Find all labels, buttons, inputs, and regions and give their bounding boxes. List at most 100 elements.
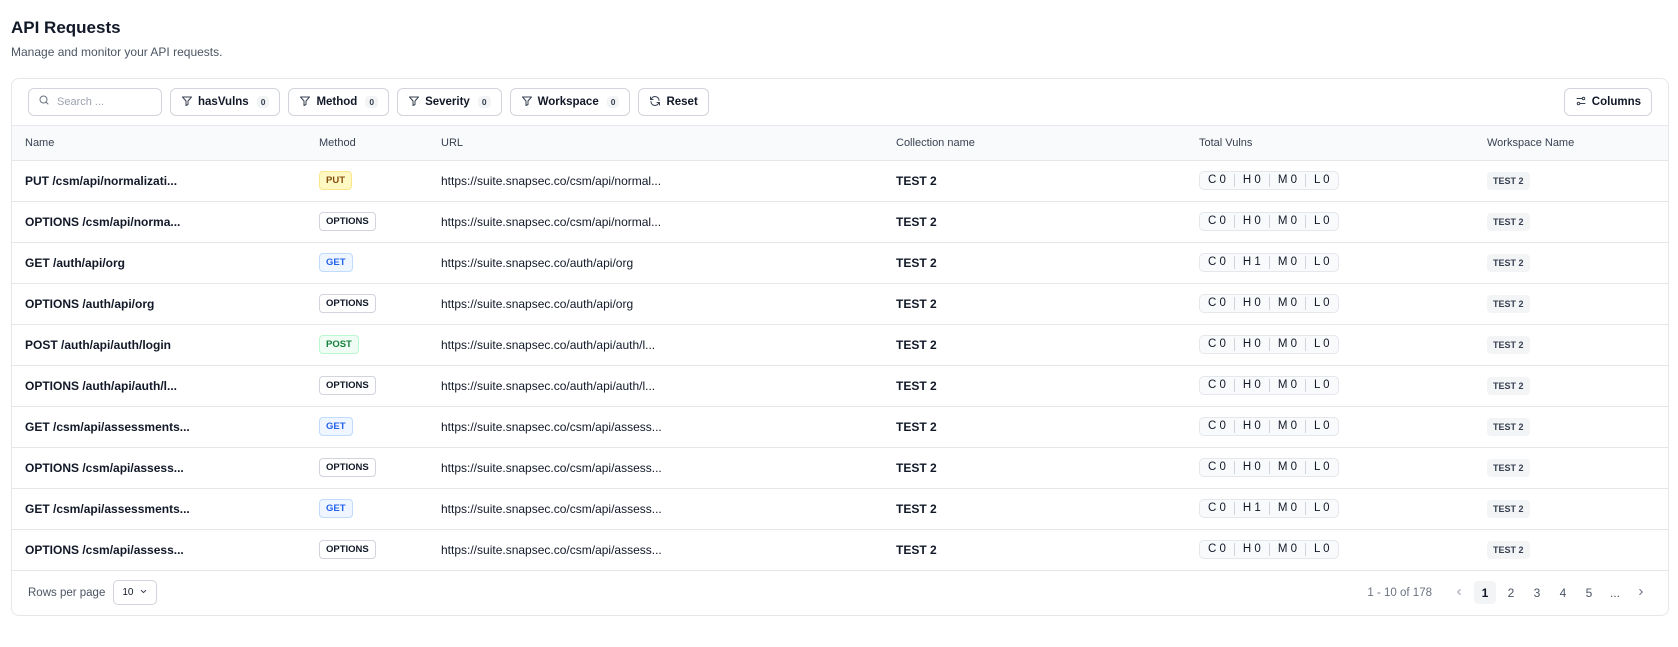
table-row[interactable]: GET /auth/api/org GET https://suite.snapse… (12, 242, 1668, 284)
vulns-cell: C 0 H 0M 0L 0 (1199, 201, 1487, 243)
page-button-3[interactable]: 3 (1526, 581, 1548, 604)
vuln-high: H 0 (1233, 379, 1269, 392)
rows-per-page-select[interactable]: 10 (113, 580, 158, 605)
page-button-4[interactable]: 4 (1552, 581, 1574, 604)
search-box[interactable] (28, 88, 162, 116)
workspace-cell: TEST 2 (1487, 529, 1668, 571)
page-subtitle: Manage and monitor your API requests. (11, 45, 223, 59)
vuln-counts: C 0 H 1M 0L 0 (1199, 253, 1339, 272)
request-url: https://suite.snapsec.co/csm/api/assess.… (441, 488, 896, 530)
vuln-medium: M 0 (1268, 174, 1305, 187)
sliders-icon (1575, 95, 1587, 110)
collection-name: TEST 2 (896, 406, 1199, 448)
request-name: PUT /csm/api/normalizati... (12, 160, 319, 202)
request-name: GET /csm/api/assessments... (12, 406, 319, 448)
method-badge: GET (319, 417, 353, 436)
vuln-critical: C 0 (1208, 379, 1226, 391)
column-header-collection[interactable]: Collection name (896, 126, 1199, 161)
request-url: https://suite.snapsec.co/csm/api/normal.… (441, 201, 896, 243)
filter-icon (408, 95, 420, 110)
table-row[interactable]: OPTIONS /csm/api/assess... OPTIONS https:/… (12, 529, 1668, 571)
table-row[interactable]: OPTIONS /auth/api/org OPTIONS https://suit… (12, 283, 1668, 325)
table-row[interactable]: GET /csm/api/assessments... GET https://su… (12, 406, 1668, 448)
vulns-cell: C 0 H 0M 0L 0 (1199, 160, 1487, 202)
collection-name: TEST 2 (896, 529, 1199, 571)
filter-button-hasvulns[interactable]: hasVulns 0 (170, 88, 281, 116)
table-row[interactable]: PUT /csm/api/normalizati... PUT https://su… (12, 160, 1668, 202)
columns-button[interactable]: Columns (1563, 88, 1652, 116)
method-cell: OPTIONS (319, 201, 441, 243)
vuln-counts: C 0 H 0M 0L 0 (1199, 294, 1339, 313)
workspace-badge: TEST 2 (1487, 335, 1530, 354)
filter-button-workspace[interactable]: Workspace 0 (509, 88, 631, 116)
vulns-cell: C 0 H 0M 0L 0 (1199, 283, 1487, 325)
page-button-2[interactable]: 2 (1500, 581, 1522, 604)
vuln-high: H 1 (1233, 502, 1269, 515)
vuln-low: L 0 (1304, 174, 1338, 187)
vuln-high: H 0 (1233, 338, 1269, 351)
column-header-method[interactable]: Method (319, 126, 441, 161)
vuln-critical: C 0 (1208, 502, 1226, 514)
search-input[interactable] (57, 96, 147, 108)
filter-button-method[interactable]: Method 0 (288, 88, 390, 116)
method-cell: OPTIONS (319, 529, 441, 571)
request-name: OPTIONS /csm/api/assess... (12, 447, 319, 489)
request-name: GET /csm/api/assessments... (12, 488, 319, 530)
vuln-low: L 0 (1304, 543, 1338, 556)
filter-label: Severity (425, 96, 470, 108)
prev-page-button[interactable] (1448, 581, 1470, 604)
vuln-high: H 0 (1233, 297, 1269, 310)
request-name: OPTIONS /csm/api/norma... (12, 201, 319, 243)
filter-icon (181, 95, 193, 110)
reset-button[interactable]: Reset (638, 88, 709, 116)
table-row[interactable]: OPTIONS /csm/api/norma... OPTIONS https://… (12, 201, 1668, 243)
table-row[interactable]: OPTIONS /auth/api/auth/l... OPTIONS https:… (12, 365, 1668, 407)
column-header-workspace[interactable]: Workspace Name (1487, 126, 1668, 161)
vuln-counts: C 0 H 0M 0L 0 (1199, 458, 1339, 477)
vuln-high: H 0 (1233, 461, 1269, 474)
method-badge: OPTIONS (319, 540, 376, 559)
collection-name: TEST 2 (896, 242, 1199, 284)
table-row[interactable]: GET /csm/api/assessments... GET https://su… (12, 488, 1668, 530)
request-url: https://suite.snapsec.co/auth/api/auth/l… (441, 365, 896, 407)
vuln-low: L 0 (1304, 461, 1338, 474)
vuln-low: L 0 (1304, 502, 1338, 515)
page-ellipsis: ... (1609, 585, 1620, 600)
page-button-1[interactable]: 1 (1474, 581, 1496, 604)
method-cell: PUT (319, 160, 441, 202)
columns-label: Columns (1591, 96, 1641, 108)
column-header-name[interactable]: Name (12, 126, 319, 161)
vuln-low: L 0 (1304, 297, 1338, 310)
table-row[interactable]: OPTIONS /csm/api/assess... OPTIONS https:/… (12, 447, 1668, 489)
vuln-high: H 0 (1233, 420, 1269, 433)
workspace-cell: TEST 2 (1487, 488, 1668, 530)
vulns-cell: C 0 H 0M 0L 0 (1199, 406, 1487, 448)
column-header-url[interactable]: URL (441, 126, 896, 161)
pagination: 1 2 3 4 5 ... (1448, 581, 1652, 604)
collection-name: TEST 2 (896, 283, 1199, 325)
method-cell: GET (319, 406, 441, 448)
vuln-counts: C 0 H 0M 0L 0 (1199, 540, 1339, 559)
vulns-cell: C 0 H 1M 0L 0 (1199, 488, 1487, 530)
vuln-medium: M 0 (1268, 543, 1305, 556)
table-body: PUT /csm/api/normalizati... PUT https://su… (12, 160, 1668, 571)
vuln-medium: M 0 (1268, 215, 1305, 228)
next-page-button[interactable] (1630, 581, 1652, 604)
method-badge: OPTIONS (319, 376, 376, 395)
vuln-critical: C 0 (1208, 543, 1226, 555)
page-button-5[interactable]: 5 (1578, 581, 1600, 604)
request-url: https://suite.snapsec.co/auth/api/auth/l… (441, 324, 896, 366)
request-url: https://suite.snapsec.co/csm/api/assess.… (441, 529, 896, 571)
method-badge: OPTIONS (319, 294, 376, 313)
request-name: OPTIONS /auth/api/org (12, 283, 319, 325)
filter-label: Workspace (537, 96, 599, 108)
toolbar: hasVulns 0 Method 0 Severity 0 Workspace… (12, 79, 1668, 126)
table-row[interactable]: POST /auth/api/auth/login POST https://sui… (12, 324, 1668, 366)
method-cell: POST (319, 324, 441, 366)
request-url: https://suite.snapsec.co/auth/api/org (441, 283, 896, 325)
collection-name: TEST 2 (896, 324, 1199, 366)
vuln-high: H 0 (1233, 174, 1269, 187)
column-header-total-vulns[interactable]: Total Vulns (1199, 126, 1487, 161)
filter-count-badge: 0 (606, 96, 620, 108)
filter-button-severity[interactable]: Severity 0 (397, 88, 502, 116)
